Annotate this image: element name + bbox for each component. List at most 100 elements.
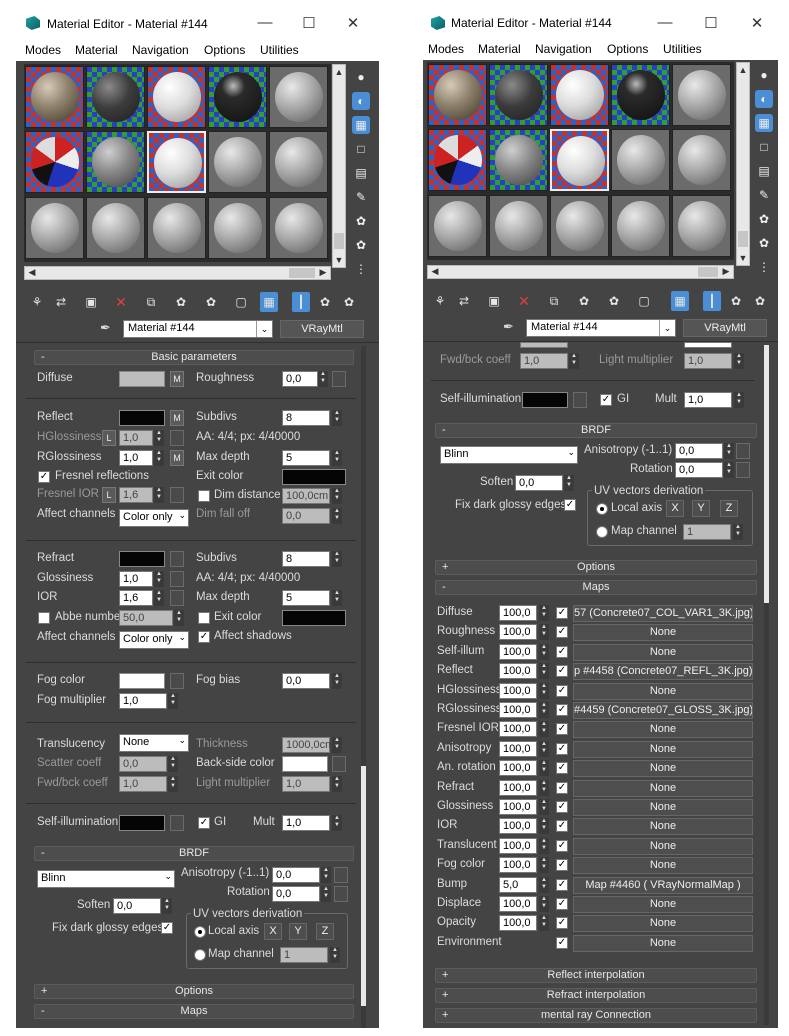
- self-illumination-swatch[interactable]: [119, 815, 165, 831]
- scroll-down-icon[interactable]: ▼: [737, 253, 749, 263]
- minimize-icon[interactable]: —: [256, 14, 274, 31]
- spinner-arrows-icon[interactable]: ▲ ▼: [539, 818, 549, 834]
- rollout-brdf[interactable]: - BRDF: [34, 846, 354, 861]
- refract-map-button[interactable]: [170, 551, 184, 567]
- fog-color-map-button[interactable]: [170, 673, 184, 689]
- reflect-map-button[interactable]: M: [170, 410, 184, 426]
- put-to-library-icon[interactable]: ✿: [575, 291, 593, 311]
- map-slot-button[interactable]: None: [573, 741, 753, 758]
- spinner-arrows-icon[interactable]: ▲ ▼: [733, 524, 743, 540]
- sample-slot[interactable]: [672, 195, 731, 257]
- fresnel-ior-map-button[interactable]: [170, 487, 184, 503]
- select-by-material-icon[interactable]: ✿: [755, 234, 773, 252]
- map-amount-spinner[interactable]: 100,0: [499, 818, 537, 834]
- scroll-left-icon[interactable]: ◀: [429, 266, 441, 277]
- background-icon[interactable]: ▦: [352, 116, 370, 134]
- roughness-map-button[interactable]: [332, 371, 346, 387]
- map-slot-button[interactable]: None: [573, 896, 753, 913]
- scroll-up-icon[interactable]: ▲: [737, 65, 749, 75]
- reset-map-icon[interactable]: ✕: [112, 292, 130, 312]
- thickness-spinner[interactable]: 1000,0cm: [282, 737, 334, 753]
- menu-options[interactable]: Options: [204, 43, 245, 57]
- rollout-scrollbar[interactable]: [361, 346, 366, 1028]
- scroll-up-icon[interactable]: ▲: [333, 67, 345, 77]
- map-amount-spinner[interactable]: 100,0: [499, 857, 537, 873]
- rollout-mental-ray-connection[interactable]: + mental ray Connection: [435, 1008, 757, 1023]
- self-illum-mult-spinner[interactable]: 1,0: [684, 392, 732, 408]
- spinner-arrows-icon[interactable]: ▲ ▼: [174, 610, 184, 626]
- map-amount-spinner[interactable]: 100,0: [499, 624, 537, 640]
- map-amount-spinner[interactable]: 100,0: [499, 838, 537, 854]
- options-icon[interactable]: ✿: [352, 212, 370, 230]
- map-enabled-checkbox[interactable]: ✓: [556, 879, 568, 891]
- map-slot-button[interactable]: None: [573, 780, 753, 797]
- spinner-arrows-icon[interactable]: ▲ ▼: [564, 475, 574, 491]
- refract-subdivs-spinner[interactable]: 8: [282, 551, 330, 567]
- dim-distance-spinner[interactable]: 100,0cm: [282, 488, 330, 504]
- scroll-right-icon[interactable]: ▶: [720, 266, 732, 277]
- scroll-thumb[interactable]: [738, 231, 748, 247]
- spinner-arrows-icon[interactable]: ▲ ▼: [321, 867, 331, 883]
- scroll-left-icon[interactable]: ◀: [26, 267, 38, 278]
- map-enabled-checkbox[interactable]: ✓: [556, 937, 568, 949]
- spinner-arrows-icon[interactable]: ▲ ▼: [539, 780, 549, 796]
- map-amount-spinner[interactable]: 100,0: [499, 896, 537, 912]
- get-material-icon[interactable]: ⚘: [431, 291, 449, 311]
- reflect-subdivs-spinner[interactable]: 8: [282, 410, 330, 426]
- make-preview-icon[interactable]: ✎: [755, 186, 773, 204]
- sample-slot[interactable]: [550, 195, 609, 257]
- rollout-maps[interactable]: - Maps: [34, 1004, 354, 1019]
- map-slot-button[interactable]: None: [573, 760, 753, 777]
- make-preview-icon[interactable]: ✎: [352, 188, 370, 206]
- translucency-select[interactable]: None ⌄: [119, 734, 189, 752]
- reflect-affect-channels-select[interactable]: Color only ⌄: [119, 509, 189, 527]
- material-options-icon[interactable]: ✿: [751, 291, 769, 311]
- gi-checkbox[interactable]: ✓: [600, 394, 612, 406]
- local-axis-radio[interactable]: [194, 926, 206, 938]
- sample-slot[interactable]: [489, 195, 548, 257]
- map-channel-radio[interactable]: [194, 949, 206, 961]
- put-to-library-icon[interactable]: ✿: [172, 292, 190, 312]
- fix-dark-glossy-edges-checkbox[interactable]: ✓: [564, 499, 576, 511]
- sample-slot[interactable]: [25, 66, 84, 128]
- spinner-arrows-icon[interactable]: ▲ ▼: [168, 776, 178, 792]
- spinner-arrows-icon[interactable]: ▲ ▼: [539, 896, 549, 912]
- sample-slot-active[interactable]: [550, 129, 609, 191]
- spinner-arrows-icon[interactable]: ▲ ▼: [154, 571, 164, 587]
- fog-multiplier-spinner[interactable]: 1,0: [119, 693, 167, 709]
- self-illumination-swatch[interactable]: [522, 392, 568, 408]
- spinner-arrows-icon[interactable]: ▲ ▼: [154, 487, 164, 503]
- menu-navigation[interactable]: Navigation: [535, 42, 592, 56]
- ior-spinner[interactable]: 1,6: [119, 590, 153, 606]
- maximize-icon[interactable]: ☐: [300, 14, 318, 32]
- make-unique-icon[interactable]: ⧉: [142, 292, 160, 312]
- fwd-bck-coeff-spinner[interactable]: 1,0: [520, 353, 568, 369]
- get-material-icon[interactable]: ⚘: [28, 292, 46, 312]
- scroll-right-icon[interactable]: ▶: [317, 267, 329, 278]
- menu-utilities[interactable]: Utilities: [663, 42, 702, 56]
- sample-slot[interactable]: [147, 197, 206, 259]
- rotation-map-button[interactable]: [736, 462, 750, 478]
- menu-modes[interactable]: Modes: [25, 43, 61, 57]
- map-slot-button[interactable]: None: [573, 838, 753, 855]
- sample-slot[interactable]: [428, 64, 487, 126]
- sample-slot[interactable]: [25, 197, 84, 259]
- fresnel-ior-spinner[interactable]: 1,6: [119, 487, 153, 503]
- map-enabled-checkbox[interactable]: ✓: [556, 898, 568, 910]
- spinner-arrows-icon[interactable]: ▲ ▼: [321, 886, 331, 902]
- affect-shadows-checkbox[interactable]: ✓: [198, 631, 210, 643]
- menu-modes[interactable]: Modes: [428, 42, 464, 56]
- spinner-arrows-icon[interactable]: ▲ ▼: [734, 353, 744, 369]
- refract-affect-channels-select[interactable]: Color only ⌄: [119, 631, 189, 649]
- spinner-arrows-icon[interactable]: ▲ ▼: [168, 693, 178, 709]
- spinner-arrows-icon[interactable]: ▲ ▼: [332, 488, 342, 504]
- spinner-arrows-icon[interactable]: ▲ ▼: [154, 590, 164, 606]
- maximize-icon[interactable]: ☐: [702, 14, 720, 32]
- map-enabled-checkbox[interactable]: ✓: [556, 801, 568, 813]
- map-enabled-checkbox[interactable]: ✓: [556, 665, 568, 677]
- go-forward-sibling-icon[interactable]: ✿: [316, 292, 334, 312]
- sample-slot[interactable]: [208, 197, 267, 259]
- map-channel-spinner[interactable]: 1: [280, 947, 328, 963]
- spinner-arrows-icon[interactable]: ▲ ▼: [539, 838, 549, 854]
- rotation-spinner[interactable]: 0,0: [675, 462, 723, 478]
